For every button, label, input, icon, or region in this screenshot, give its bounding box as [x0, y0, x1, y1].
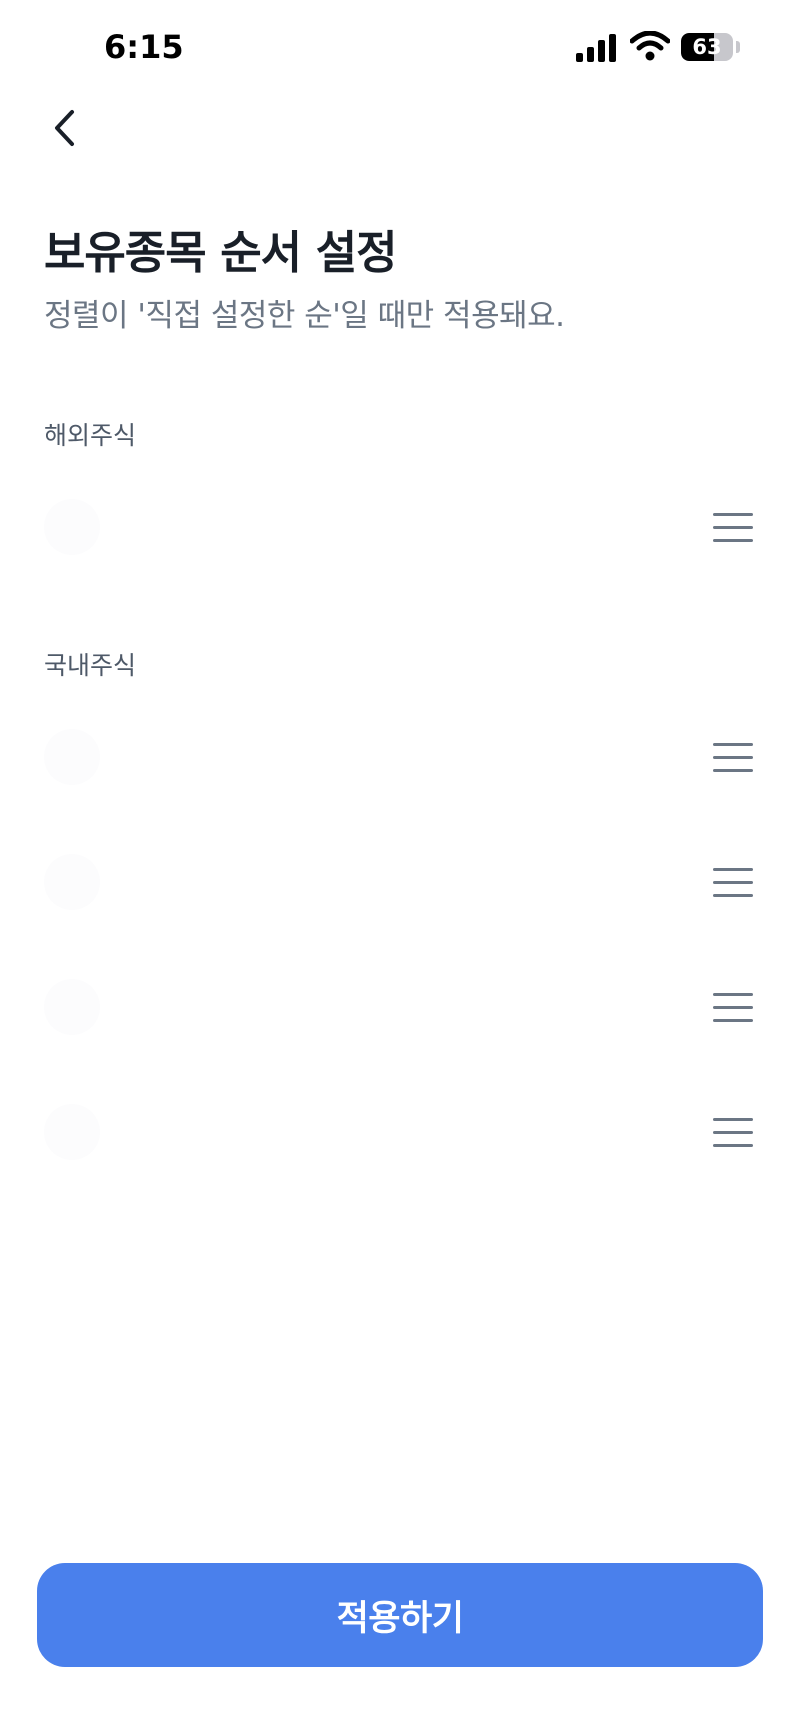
back-button[interactable] — [36, 98, 92, 158]
section-label-overseas: 해외주식 — [44, 421, 137, 450]
status-bar: 6:15 63 — [0, 0, 800, 96]
page-subtitle: 정렬이 '직접 설정한 순'일 때만 적용돼요. — [44, 298, 565, 334]
battery-icon: 63 — [681, 33, 733, 61]
section-label-domestic: 국내주식 — [44, 651, 137, 680]
wifi-icon — [630, 31, 670, 61]
drag-handle-icon[interactable] — [708, 982, 758, 1032]
drag-handle-icon[interactable] — [708, 1107, 758, 1157]
chevron-left-icon — [55, 110, 74, 146]
stock-row[interactable] — [0, 472, 800, 582]
stock-logo — [44, 499, 100, 555]
stock-logo — [44, 979, 100, 1035]
battery-cap — [736, 41, 740, 53]
status-time: 6:15 — [104, 28, 184, 66]
signal-icon — [576, 34, 616, 62]
stock-row[interactable] — [0, 1077, 800, 1187]
stock-logo — [44, 729, 100, 785]
battery-level: 63 — [692, 35, 722, 59]
stock-row[interactable] — [0, 952, 800, 1062]
drag-handle-icon[interactable] — [708, 502, 758, 552]
stock-row[interactable] — [0, 702, 800, 812]
page-title: 보유종목 순서 설정 — [44, 226, 398, 279]
stock-logo — [44, 1104, 100, 1160]
apply-button[interactable]: 적용하기 — [37, 1563, 763, 1667]
stock-row[interactable] — [0, 827, 800, 937]
drag-handle-icon[interactable] — [708, 857, 758, 907]
drag-handle-icon[interactable] — [708, 732, 758, 782]
stock-logo — [44, 854, 100, 910]
